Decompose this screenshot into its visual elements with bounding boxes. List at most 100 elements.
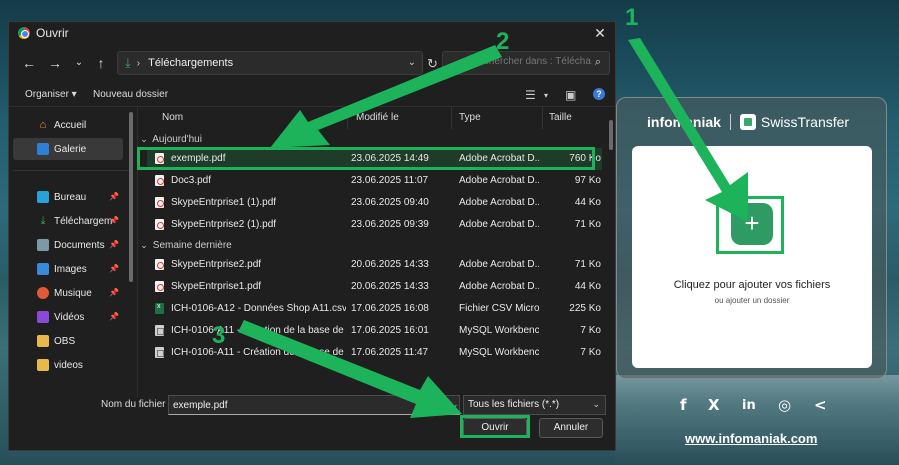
desktop-icon [37,191,49,203]
help-icon[interactable]: ? [593,88,605,100]
sidebar-item-videos[interactable]: Vidéos 📌 [13,306,123,328]
sidebar-scrollbar[interactable] [129,112,133,282]
folder-icon [37,335,49,347]
file-date: 23.06.2025 09:40 [351,197,429,208]
share-icon[interactable]: < [814,396,827,414]
social-links: f X in ◎ < [680,396,840,416]
view-dropdown-icon[interactable]: ▾ [544,91,548,100]
pdf-file-icon [155,219,164,230]
new-folder-button[interactable]: Nouveau dossier [93,89,168,100]
home-icon: ⌂ [39,119,47,131]
chevron-down-icon: ⌄ [140,134,148,144]
sidebar-item-galerie[interactable]: Galerie [13,138,123,160]
file-name: ICH-0106-A12 - Données Shop A11.csv [171,303,346,314]
sidebar-item-label: videos [54,359,83,371]
highlight-selected-file [137,147,595,170]
close-icon[interactable]: ✕ [591,24,609,42]
history-dropdown-icon[interactable]: ⌄ [71,55,87,71]
upload-title: Cliquez pour ajouter vos fichiers [673,279,831,291]
group-label: Semaine dernière [152,240,232,251]
open-file-dialog: Ouvrir ✕ ← → ⌄ ↑ ⤓ › Téléchargements ⌄ ↻… [8,21,616,451]
website-link[interactable]: www.infomaniak.com [685,431,817,446]
view-list-icon[interactable]: ☰ [525,88,536,102]
sidebar-item-videos-folder[interactable]: videos [13,354,123,376]
file-type-filter[interactable]: Tous les fichiers (*.*) ⌄ [463,395,606,415]
refresh-icon[interactable]: ↻ [427,56,438,72]
file-row[interactable]: SkypeEntrprise1.pdf 20.06.2025 14:33 Ado… [147,276,602,298]
highlight-open-button [460,415,530,438]
file-date: 20.06.2025 14:33 [351,259,429,270]
sidebar-item-bureau[interactable]: Bureau 📌 [13,186,123,208]
file-row[interactable]: ICH-0106-A12 - Données Shop A11.csv 17.0… [147,298,602,320]
file-name: SkypeEntrprise1 (1).pdf [171,197,277,208]
file-type: Adobe Acrobat D... [459,281,539,292]
dialog-toolbar: Organiser ▾ Nouveau dossier ☰ ▾ ▣ ? [9,85,615,107]
step-number-1: 1 [625,4,639,31]
pin-icon: 📌 [109,240,119,249]
organize-menu[interactable]: Organiser ▾ [25,89,77,100]
sidebar-item-musique[interactable]: Musique 📌 [13,282,123,304]
file-name: SkypeEntrprise2 (1).pdf [171,219,277,230]
sidebar-item-label: Images [54,263,87,275]
column-header-date[interactable]: Modifié le [350,107,452,129]
sidebar-item-accueil[interactable]: ⌂ Accueil [13,114,123,136]
file-name: SkypeEntrprise2.pdf [171,259,262,270]
search-box[interactable]: ⌕ [442,51,610,75]
file-name: ICH-0106-A11 - Création de la base de d.… [171,325,346,336]
cancel-button[interactable]: Annuler [539,418,603,438]
file-name: ICH-0106-A11 - Création de la base de d.… [171,347,346,358]
address-bar[interactable]: ⤓ › Téléchargements ⌄ [117,51,423,75]
file-type: Adobe Acrobat D... [459,219,539,230]
file-date: 17.06.2025 16:01 [351,325,429,336]
file-size: 71 Ko [574,259,601,270]
column-header-name[interactable]: Nom [156,107,348,129]
file-row[interactable]: SkypeEntrprise2 (1).pdf 23.06.2025 09:39… [147,214,602,236]
pin-icon: 📌 [109,288,119,297]
filename-label: Nom du fichier : [101,399,172,410]
search-input[interactable] [471,56,591,67]
upload-subtitle[interactable]: ou ajouter un dossier [632,296,872,305]
navigation-bar: ← → ⌄ ↑ ⤓ › Téléchargements ⌄ ↻ ⌕ [9,49,615,79]
pdf-file-icon [155,259,164,270]
file-size: 44 Ko [574,197,601,208]
file-row[interactable]: SkypeEntrprise2.pdf 20.06.2025 14:33 Ado… [147,254,602,276]
pdf-file-icon [155,175,164,186]
x-icon[interactable]: X [708,396,720,414]
back-arrow-icon[interactable]: ← [21,55,37,71]
chevron-down-icon[interactable]: ⌄ [451,399,459,410]
music-icon [37,287,49,299]
file-size: 225 Ko [569,303,601,314]
address-path: Téléchargements [148,57,234,69]
instagram-icon[interactable]: ◎ [778,396,791,414]
images-icon [37,263,49,275]
sidebar-item-images[interactable]: Images 📌 [13,258,123,280]
chevron-down-icon[interactable]: ⌄ [408,57,416,68]
sidebar-item-telechargements[interactable]: ⤓ Téléchargem 📌 [13,210,123,232]
sidebar-item-label: Accueil [54,119,87,131]
file-date: 17.06.2025 11:47 [351,347,429,358]
facebook-icon[interactable]: f [680,396,687,414]
linkedin-icon[interactable]: in [742,398,756,413]
up-arrow-icon[interactable]: ↑ [93,55,109,71]
preview-pane-icon[interactable]: ▣ [565,88,576,102]
step-number-3: 3 [212,322,226,349]
sidebar-item-obs[interactable]: OBS [13,330,123,352]
pin-icon: 📌 [109,312,119,321]
sidebar-item-documents[interactable]: Documents 📌 [13,234,123,256]
file-list-scrollbar[interactable] [609,120,613,150]
sidebar-item-label: Galerie [54,143,87,155]
download-icon: ⤓ [40,215,46,227]
group-header-today[interactable]: ⌄ Aujourd'hui [138,134,202,145]
pin-icon: 📌 [109,216,119,225]
column-header-type[interactable]: Type [453,107,543,129]
file-row[interactable]: Doc3.pdf 23.06.2025 11:07 Adobe Acrobat … [147,170,602,192]
videos-icon [37,311,49,323]
file-row[interactable]: SkypeEntrprise1 (1).pdf 23.06.2025 09:40… [147,192,602,214]
upload-card[interactable]: + Cliquez pour ajouter vos fichiers ou a… [632,146,872,368]
file-name: SkypeEntrprise1.pdf [171,281,262,292]
forward-arrow-icon[interactable]: → [47,55,63,71]
sidebar-divider [13,170,129,171]
group-header-last-week[interactable]: ⌄ Semaine dernière [138,240,232,251]
filename-input[interactable] [168,395,460,415]
column-header-size[interactable]: Taille [543,107,598,129]
